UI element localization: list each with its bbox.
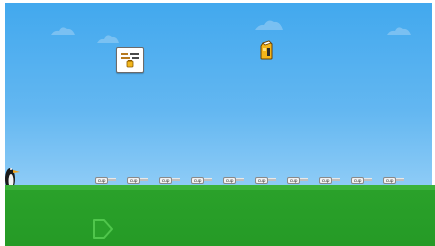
- play-arrow-icon[interactable]: [92, 218, 114, 240]
- signboard-icon[interactable]: [116, 47, 144, 73]
- cup-handle: [172, 178, 180, 181]
- cup-label: cup: [159, 177, 172, 184]
- cup-handle: [204, 178, 212, 181]
- cup-label: cup: [255, 177, 268, 184]
- cup-handle: [332, 178, 340, 181]
- cup-handle: [236, 178, 244, 181]
- cup-handle: [396, 178, 404, 181]
- cup-handle: [364, 178, 372, 181]
- cloud: [50, 24, 76, 36]
- cup-handle: [140, 178, 148, 181]
- cloud: [96, 33, 120, 44]
- frame-top: [0, 0, 435, 3]
- ground: [5, 190, 435, 246]
- cup-label: cup: [319, 177, 332, 184]
- game-stage[interactable]: cup cup cup cup cup cup cup cup cup cup: [0, 0, 435, 246]
- cup-handle: [300, 178, 308, 181]
- cup-label: cup: [351, 177, 364, 184]
- cloud: [386, 24, 412, 36]
- cup-label: cup: [95, 177, 108, 184]
- honey-jar-icon[interactable]: [259, 40, 275, 60]
- cup-label: cup: [383, 177, 396, 184]
- cup-label: cup: [287, 177, 300, 184]
- cup-label: cup: [191, 177, 204, 184]
- cup-handle: [108, 178, 116, 181]
- cup-label: cup: [223, 177, 236, 184]
- cloud: [254, 17, 284, 31]
- cup-label: cup: [127, 177, 140, 184]
- cup-handle: [268, 178, 276, 181]
